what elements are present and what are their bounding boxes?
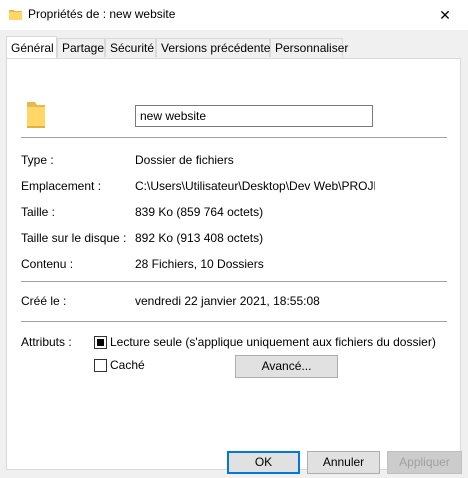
hidden-label: Caché [110,358,145,372]
location-value: C:\Users\Utilisateur\Desktop\Dev Web\PRO… [135,179,375,193]
close-button[interactable]: ✕ [422,0,468,30]
folder-name-input[interactable] [135,105,373,127]
size-value: 839 Ko (859 764 octets) [135,205,264,219]
advanced-button[interactable]: Avancé... [235,355,338,378]
close-icon: ✕ [439,6,451,23]
folder-icon [9,10,22,20]
type-value: Dossier de fichiers [135,153,234,167]
hidden-checkbox[interactable] [94,359,107,372]
size-on-disk-value: 892 Ko (913 408 octets) [135,231,264,245]
separator [21,281,447,282]
separator [21,321,447,322]
tab-previous-versions[interactable]: Versions précédentes [156,38,276,57]
size-label: Taille : [21,205,56,219]
contents-value: 28 Fichiers, 10 Dossiers [135,257,264,271]
folder-icon [27,102,45,128]
title-bar: Propriétés de : new website ✕ [0,0,468,30]
apply-button[interactable]: Appliquer [387,451,462,474]
attributes-label: Attributs : [21,335,72,349]
tab-security[interactable]: Sécurité [105,38,156,57]
read-only-checkbox[interactable] [94,336,107,349]
created-value: vendredi 22 janvier 2021, 18:55:08 [135,294,320,308]
dialog-client: Général Partage Sécurité Versions précéd… [0,30,468,478]
general-panel: Type : Dossier de fichiers Emplacement :… [6,58,461,470]
tab-general[interactable]: Général [6,36,57,58]
window-title: Propriétés de : new website [28,7,176,21]
read-only-label: Lecture seule (s'applique uniquement aux… [110,335,436,349]
ok-button[interactable]: OK [227,451,300,474]
tab-strip: Général Partage Sécurité Versions précéd… [6,36,462,58]
created-label: Créé le : [21,294,67,308]
tab-sharing[interactable]: Partage [57,38,105,57]
separator [21,137,447,138]
size-on-disk-label: Taille sur le disque : [21,231,127,245]
tab-customize[interactable]: Personnaliser [270,38,348,57]
location-label: Emplacement : [21,179,102,193]
type-label: Type : [21,153,54,167]
cancel-button[interactable]: Annuler [307,451,380,474]
contents-label: Contenu : [21,257,74,271]
